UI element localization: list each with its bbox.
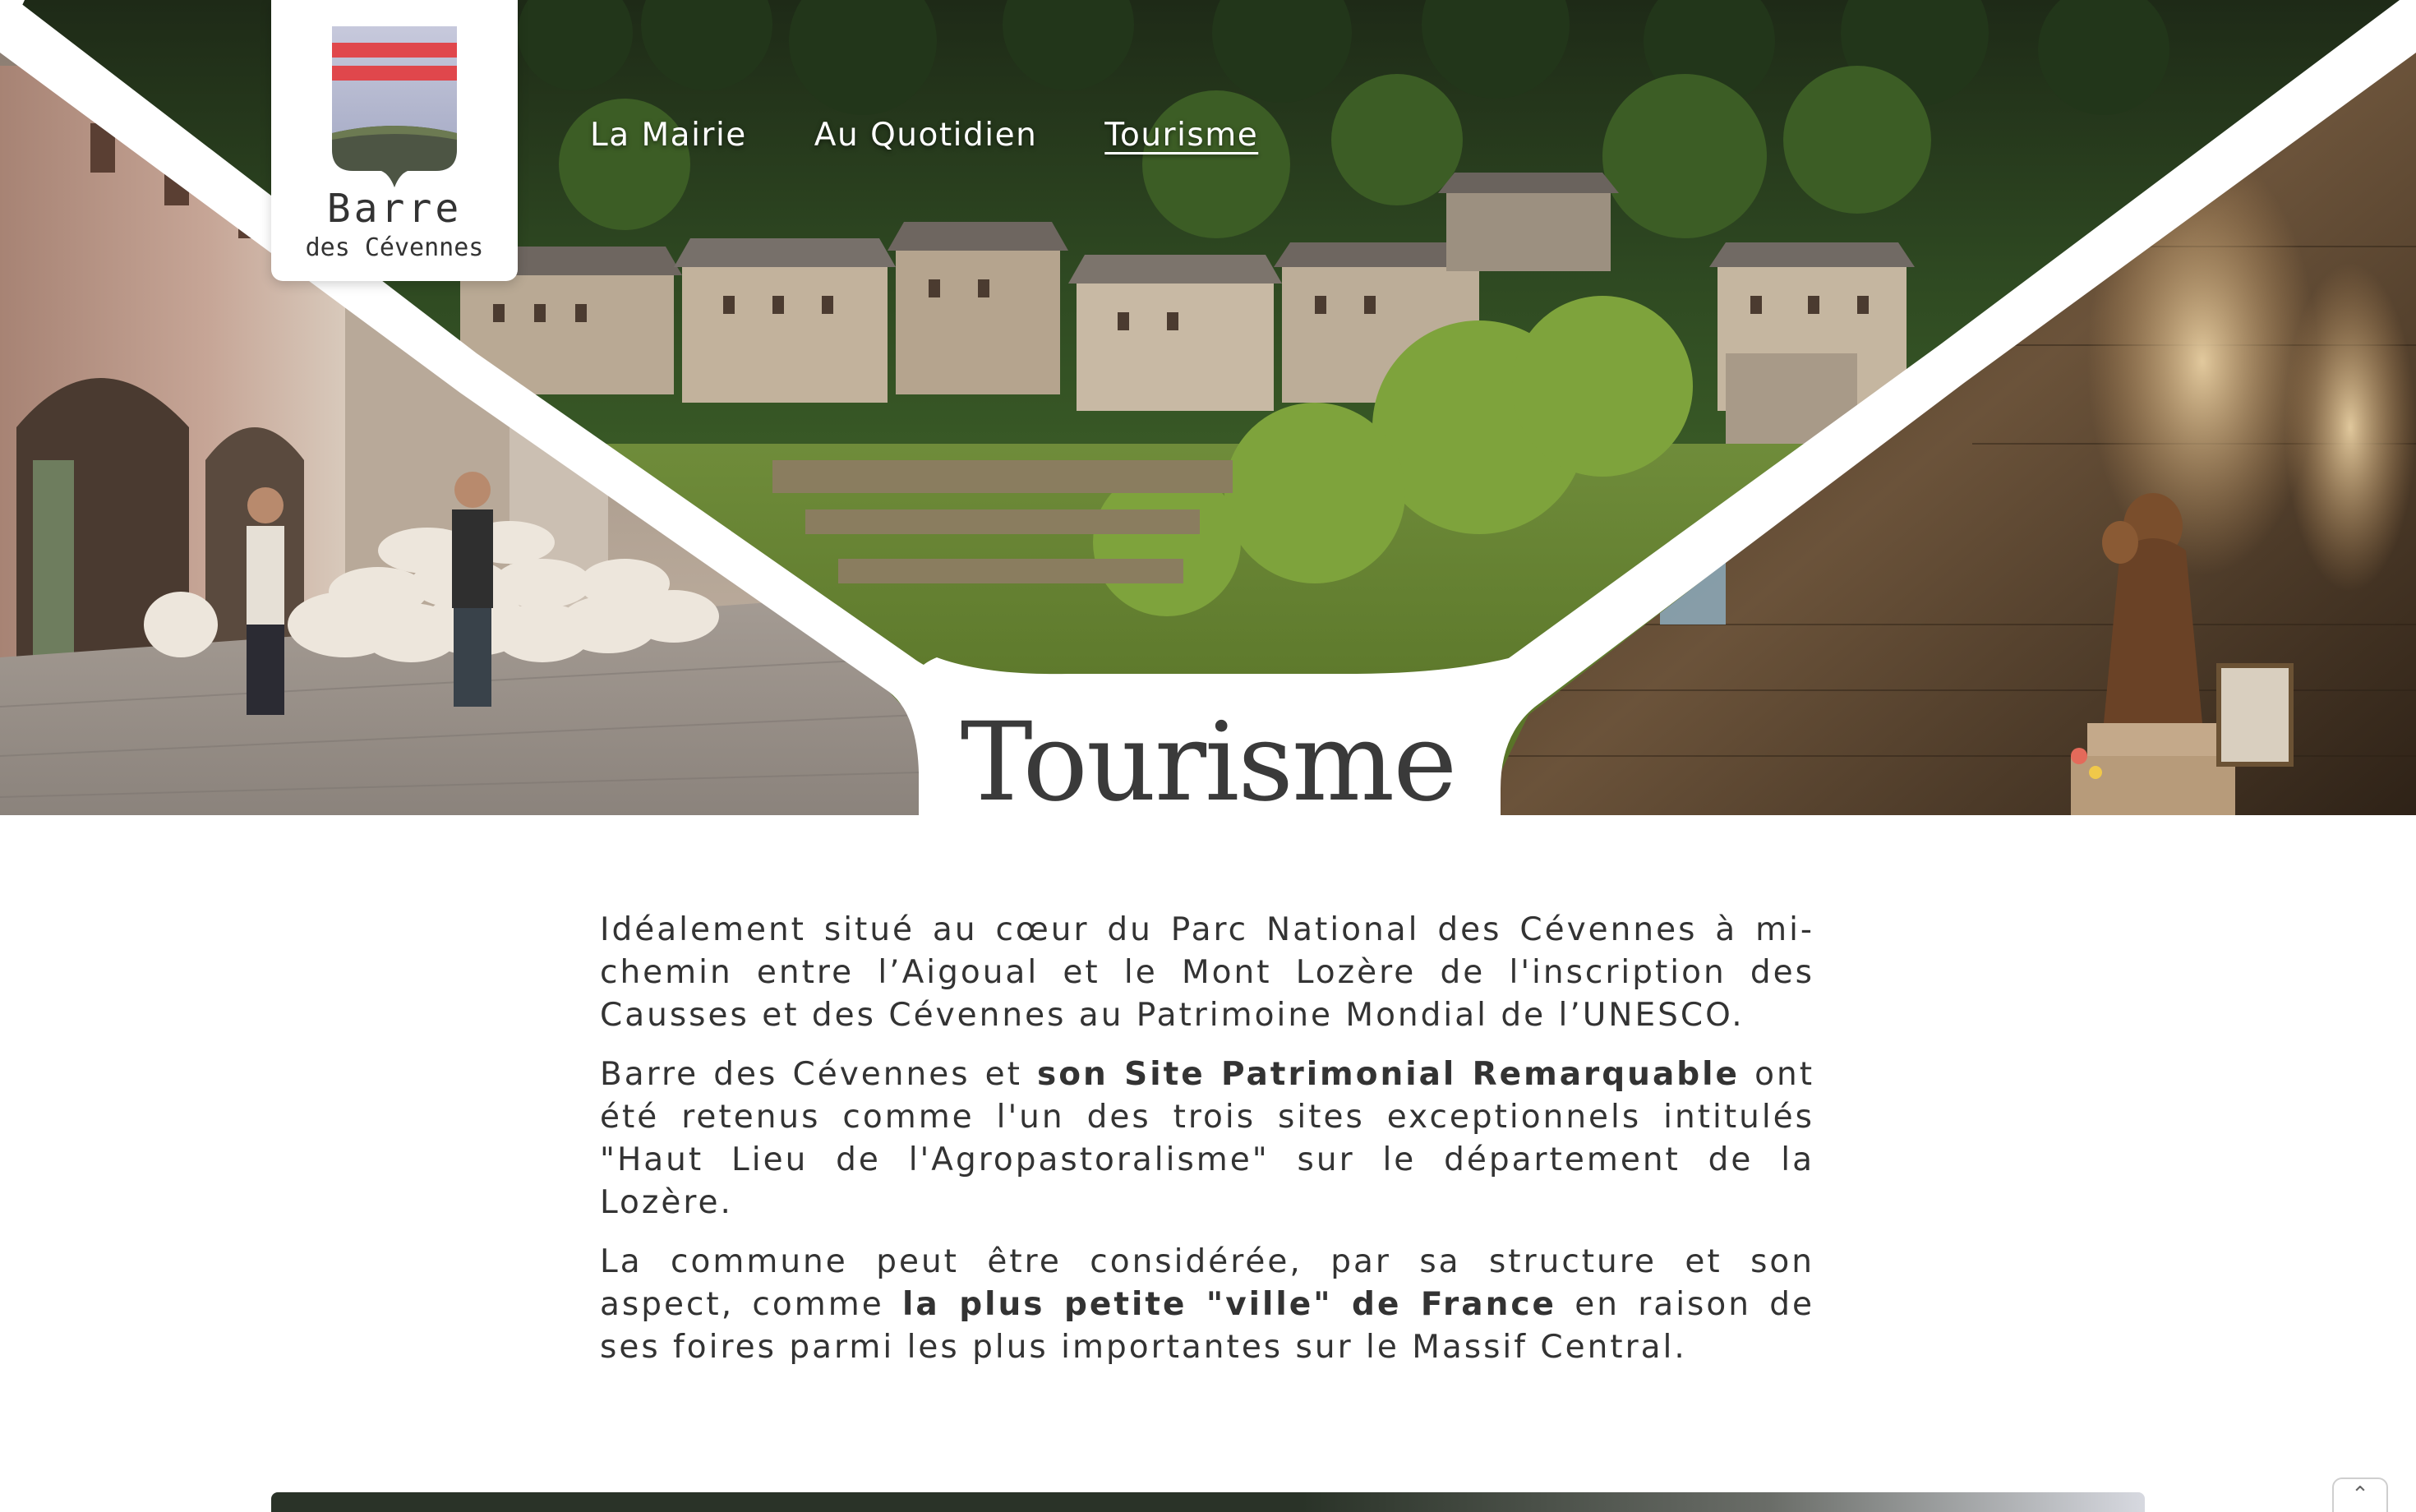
logo-title: Barre (326, 186, 463, 232)
intro-paragraph-2: Barre des Cévennes et son Site Patrimoni… (600, 1053, 1814, 1224)
main-navigation: La Mairie Au Quotidien Tourisme (590, 117, 1258, 154)
coat-of-arms-icon (332, 26, 457, 187)
site-logo[interactable]: Barre des Cévennes (271, 0, 518, 281)
paragraph-text: Barre des Cévennes et (600, 1056, 1038, 1093)
page-title: Tourisme (960, 699, 1458, 826)
intro-paragraph-3: La commune peut être considérée, par sa … (600, 1241, 1814, 1369)
scroll-to-top-button[interactable]: ⌃ (2332, 1477, 2388, 1512)
page: Barre des Cévennes La Mairie Au Quotidie… (0, 0, 2416, 1512)
intro-paragraph-1: Idéalement situé au cœur du Parc Nationa… (600, 911, 1814, 1034)
intro-text: Idéalement situé au cœur du Parc Nationa… (600, 909, 1814, 1385)
nav-link-la-mairie[interactable]: La Mairie (590, 117, 747, 154)
next-section-banner (271, 1492, 2145, 1512)
highlight-plus-petite-ville: la plus petite "ville" de France (902, 1286, 1556, 1323)
logo-subtitle: des Cévennes (305, 233, 484, 262)
nav-link-tourisme[interactable]: Tourisme (1104, 117, 1258, 154)
nav-link-au-quotidien[interactable]: Au Quotidien (814, 117, 1038, 154)
chevron-up-icon: ⌃ (2351, 1482, 2369, 1507)
highlight-site-patrimonial: son Site Patrimonial Remarquable (1037, 1056, 1741, 1093)
